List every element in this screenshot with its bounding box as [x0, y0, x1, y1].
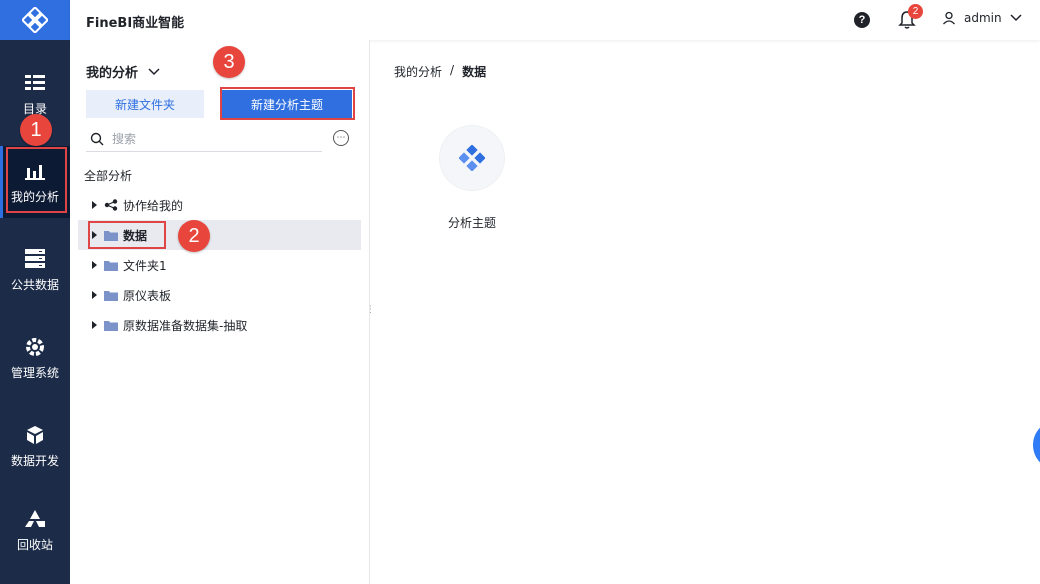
nav-item-admin[interactable]: 管理系统 — [0, 322, 70, 394]
tree-item-label: 原仪表板 — [123, 288, 172, 303]
breadcrumb-current: 数据 — [462, 65, 487, 79]
tree-item-label: 原数据准备数据集-抽取 — [123, 318, 248, 333]
breadcrumb-separator: / — [450, 63, 455, 77]
user-icon — [943, 11, 955, 25]
list-icon — [24, 72, 46, 94]
app-title: FineBI商业智能 — [86, 16, 185, 31]
analysis-panel: 我的分析 新建文件夹 新建分析主题 3 搜索 ⋯ 全部分析 协作给我的 数据 2 — [70, 40, 370, 584]
help-icon[interactable]: ? — [854, 12, 870, 28]
tree-item-old-dataset[interactable]: 原数据准备数据集-抽取 — [78, 310, 361, 340]
step-marker-1: 1 — [20, 114, 52, 146]
chevron-down-icon — [1010, 14, 1022, 22]
app-logo[interactable] — [0, 0, 70, 40]
search-placeholder: 搜索 — [112, 132, 137, 146]
analysis-topic-label[interactable]: 分析主题 — [422, 214, 522, 231]
caret-right-icon[interactable] — [92, 291, 97, 299]
caret-right-icon[interactable] — [92, 321, 97, 329]
step-marker-3: 3 — [213, 46, 245, 78]
analysis-topic-card[interactable] — [440, 126, 504, 190]
folder-icon — [104, 320, 118, 331]
nav-item-public-data[interactable]: 公共数据 — [0, 234, 70, 306]
floating-action-button[interactable] — [1033, 420, 1040, 470]
tree-item-old-dashboard[interactable]: 原仪表板 — [78, 280, 361, 310]
tree-item-label: 协作给我的 — [123, 198, 184, 213]
user-menu[interactable]: admin — [942, 11, 1022, 25]
panel-title-text: 我的分析 — [86, 66, 139, 81]
chevron-down-icon — [148, 67, 160, 75]
analysis-topic-icon — [459, 145, 485, 171]
nav-label: 公共数据 — [10, 277, 59, 292]
breadcrumb: 我的分析 / 数据 — [394, 63, 486, 80]
tree-item-folder1[interactable]: 文件夹1 — [78, 250, 361, 280]
highlight-box-new-topic — [220, 87, 355, 120]
top-bar: FineBI商业智能 ? 2 admin — [70, 0, 1040, 40]
nav-label: 管理系统 — [10, 365, 59, 380]
step-marker-2: 2 — [178, 220, 210, 252]
caret-right-icon[interactable] — [92, 201, 97, 209]
nav-label: 数据开发 — [10, 453, 59, 468]
gear-icon — [24, 336, 46, 358]
highlight-box-my-analysis — [6, 147, 67, 213]
more-options-icon[interactable]: ⋯ — [333, 130, 349, 146]
left-navigation: 目录 我的分析 公共数据 管理系统 数据开发 回收站 1 — [0, 0, 70, 584]
search-input[interactable]: 搜索 — [86, 126, 322, 152]
tree-item-shared[interactable]: 协作给我的 — [78, 190, 361, 220]
tree-item-label: 文件夹1 — [123, 258, 167, 273]
search-icon — [90, 132, 104, 145]
all-analysis-label[interactable]: 全部分析 — [84, 167, 132, 184]
panel-resize-handle[interactable]: ⋮ — [366, 305, 375, 319]
username: admin — [964, 11, 1002, 25]
nav-label: 回收站 — [16, 537, 53, 552]
breadcrumb-root[interactable]: 我的分析 — [394, 63, 442, 80]
folder-icon — [104, 260, 118, 271]
logo-icon — [22, 7, 48, 33]
caret-right-icon[interactable] — [92, 261, 97, 269]
panel-title[interactable]: 我的分析 — [86, 62, 160, 81]
cube-icon — [24, 424, 46, 446]
database-icon — [24, 248, 46, 270]
highlight-box-data-folder — [88, 221, 166, 249]
notification-badge: 2 — [908, 4, 923, 19]
new-folder-button[interactable]: 新建文件夹 — [86, 90, 204, 118]
recycle-icon — [24, 508, 46, 530]
folder-icon — [104, 290, 118, 301]
nav-item-recycle-bin[interactable]: 回收站 — [0, 494, 70, 566]
share-icon — [104, 199, 118, 211]
nav-item-data-dev[interactable]: 数据开发 — [0, 410, 70, 482]
